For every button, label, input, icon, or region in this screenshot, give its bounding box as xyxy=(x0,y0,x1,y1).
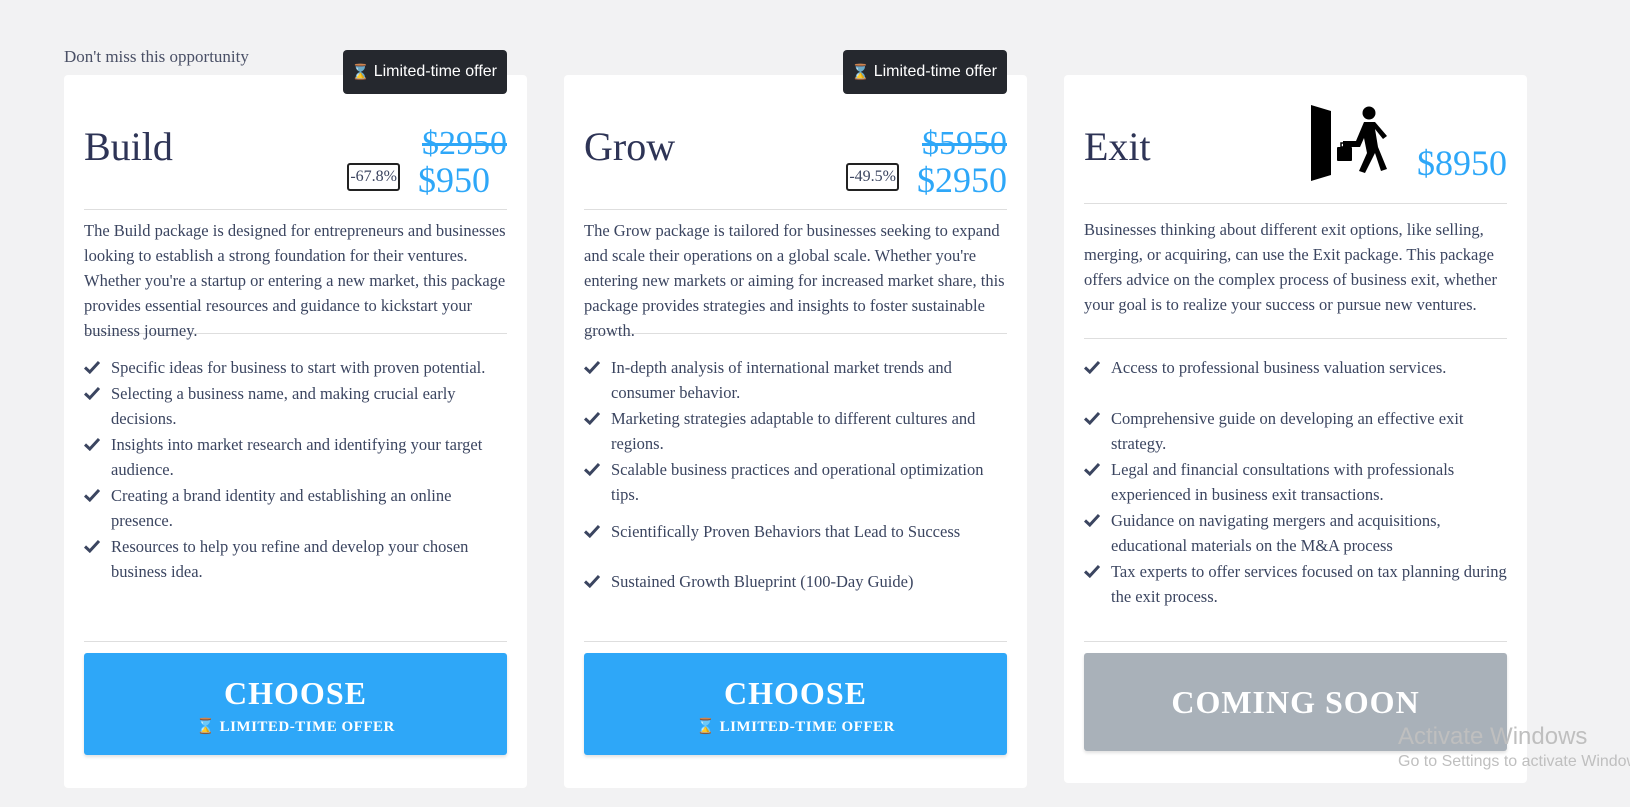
cta-sublabel-row: ⌛ LIMITED-TIME OFFER xyxy=(196,719,395,736)
feature-list: Access to professional business valuatio… xyxy=(1084,355,1507,609)
discount-badge: -49.5% xyxy=(846,163,899,191)
check-icon xyxy=(1084,462,1100,476)
feature-text: Resources to help you refine and develop… xyxy=(111,537,469,581)
check-icon xyxy=(584,360,600,374)
feature-item: Marketing strategies adaptable to differ… xyxy=(584,406,1007,456)
cta-label: COMING SOON xyxy=(1171,684,1420,720)
plan-title: Build xyxy=(84,124,173,169)
check-icon xyxy=(1084,360,1100,374)
check-icon xyxy=(584,411,600,425)
feature-item: Legal and financial consultations with p… xyxy=(1084,457,1507,507)
feature-text: Specific ideas for business to start wit… xyxy=(111,358,486,377)
exit-door-icon xyxy=(1311,105,1387,181)
feature-list: Specific ideas for business to start wit… xyxy=(84,355,507,584)
feature-text: In-depth analysis of international marke… xyxy=(611,358,952,402)
divider xyxy=(584,641,1007,642)
cta-sublabel: LIMITED-TIME OFFER xyxy=(219,718,395,735)
eyebrow-text: Don't miss this opportunity xyxy=(64,47,249,66)
plan-card-exit: Exit $8950 Businesses thinking about dif… xyxy=(1064,75,1527,783)
plan-title: Grow xyxy=(584,124,676,169)
old-price: $2950 xyxy=(422,125,507,162)
check-icon xyxy=(584,524,600,538)
current-price: $8950 xyxy=(1417,143,1507,183)
plan-card-grow: ⌛ Limited-time offer Grow $5950 -49.5% $… xyxy=(564,50,1027,788)
choose-build-button[interactable]: CHOOSE ⌛ LIMITED-TIME OFFER xyxy=(84,653,507,755)
divider xyxy=(84,641,507,642)
check-icon xyxy=(84,437,100,451)
feature-list: In-depth analysis of international marke… xyxy=(584,355,1007,594)
current-price: $950 xyxy=(418,160,490,200)
feature-item: Guidance on navigating mergers and acqui… xyxy=(1084,508,1507,558)
plan-title: Exit xyxy=(1084,124,1151,169)
card-header: Exit $8950 xyxy=(1084,75,1507,204)
feature-text: Scientifically Proven Behaviors that Lea… xyxy=(611,522,961,541)
check-icon xyxy=(84,360,100,374)
watermark-title: Activate Windows xyxy=(1398,723,1588,750)
check-icon xyxy=(84,386,100,400)
feature-item: Creating a brand identity and establishi… xyxy=(84,483,507,533)
check-icon xyxy=(1084,564,1100,578)
check-icon xyxy=(584,462,600,476)
old-price: $5950 xyxy=(922,125,1007,162)
plan-description: The Build package is designed for entrep… xyxy=(84,210,507,340)
check-icon xyxy=(84,539,100,553)
choose-grow-button[interactable]: CHOOSE ⌛ LIMITED-TIME OFFER xyxy=(584,653,1007,755)
feature-item: Selecting a business name, and making cr… xyxy=(84,381,507,431)
feature-text: Access to professional business valuatio… xyxy=(1111,358,1447,377)
cta-label: CHOOSE xyxy=(224,674,367,711)
hourglass-icon: ⌛ xyxy=(696,718,716,735)
feature-text: Selecting a business name, and making cr… xyxy=(111,384,456,428)
card-header: Build $2950 -67.8% $950 xyxy=(84,75,507,210)
feature-text: Marketing strategies adaptable to differ… xyxy=(611,409,976,453)
feature-text: Creating a brand identity and establishi… xyxy=(111,486,452,530)
divider xyxy=(1084,641,1507,642)
card-header: Grow $5950 -49.5% $2950 xyxy=(584,75,1007,210)
check-icon xyxy=(584,574,600,588)
feature-text: Scalable business practices and operatio… xyxy=(611,460,984,504)
activate-windows-watermark: Activate Windows Go to Settings to activ… xyxy=(1398,723,1630,771)
current-price: $2950 xyxy=(917,160,1007,200)
cta-label: CHOOSE xyxy=(724,674,867,711)
feature-item: Insights into market research and identi… xyxy=(84,432,507,482)
feature-text: Insights into market research and identi… xyxy=(111,435,483,479)
feature-text: Legal and financial consultations with p… xyxy=(1111,460,1455,504)
feature-item: Specific ideas for business to start wit… xyxy=(84,355,507,380)
watermark-subtitle: Go to Settings to activate Windows. xyxy=(1398,753,1630,770)
check-icon xyxy=(1084,411,1100,425)
feature-text: Tax experts to offer services focused on… xyxy=(1111,562,1507,606)
plan-description: Businesses thinking about different exit… xyxy=(1084,204,1507,339)
feature-item: In-depth analysis of international marke… xyxy=(584,355,1007,405)
feature-item: Scalable business practices and operatio… xyxy=(584,457,1007,507)
feature-item: Scientifically Proven Behaviors that Lea… xyxy=(584,519,1007,544)
plan-description: The Grow package is tailored for busines… xyxy=(584,210,1007,340)
cta-sublabel: LIMITED-TIME OFFER xyxy=(719,718,895,735)
feature-item: Sustained Growth Blueprint (100-Day Guid… xyxy=(584,569,1007,594)
feature-item: Tax experts to offer services focused on… xyxy=(1084,559,1507,609)
feature-text: Guidance on navigating mergers and acqui… xyxy=(1111,511,1441,555)
feature-item: Access to professional business valuatio… xyxy=(1084,355,1507,380)
cta-sublabel-row: ⌛ LIMITED-TIME OFFER xyxy=(696,719,895,736)
feature-item: Comprehensive guide on developing an eff… xyxy=(1084,406,1507,456)
feature-text: Sustained Growth Blueprint (100-Day Guid… xyxy=(611,572,914,591)
plan-card-build: ⌛ Limited-time offer Build $2950 -67.8% … xyxy=(64,50,527,788)
check-icon xyxy=(1084,513,1100,527)
hourglass-icon: ⌛ xyxy=(196,718,216,735)
feature-text: Comprehensive guide on developing an eff… xyxy=(1111,409,1464,453)
check-icon xyxy=(84,488,100,502)
feature-item: Resources to help you refine and develop… xyxy=(84,534,507,584)
discount-badge: -67.8% xyxy=(347,163,400,191)
